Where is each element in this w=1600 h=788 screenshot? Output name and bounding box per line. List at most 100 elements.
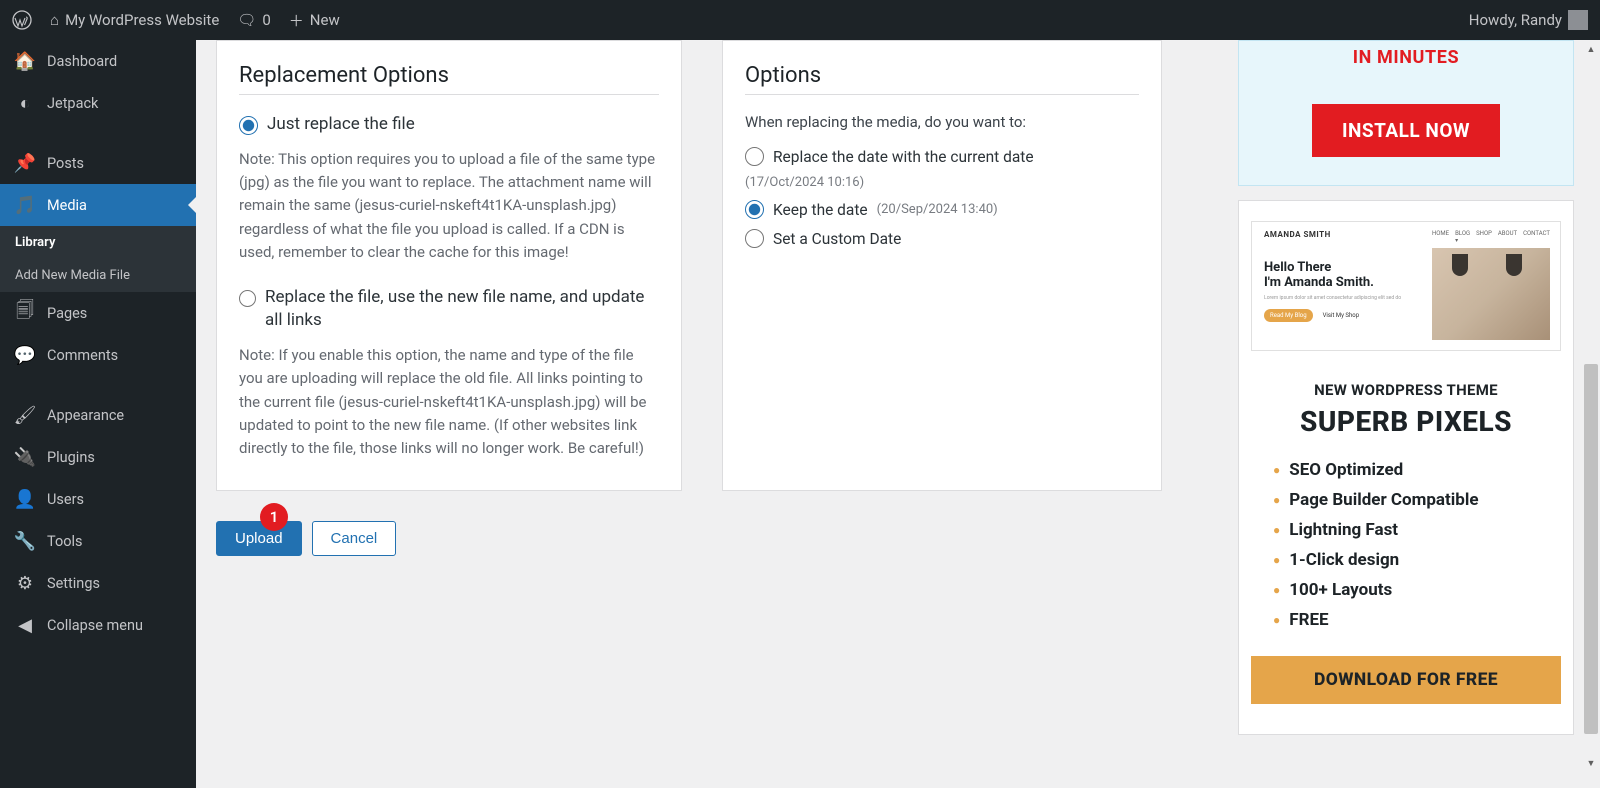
options-heading: Options xyxy=(745,63,1139,88)
site-name: My WordPress Website xyxy=(65,11,219,29)
radio-just-replace[interactable] xyxy=(239,116,258,135)
theme-brand: AMANDA SMITH xyxy=(1264,230,1426,239)
download-button[interactable]: DOWNLOAD FOR FREE xyxy=(1251,656,1561,704)
menu-tools[interactable]: 🔧 Tools xyxy=(0,520,196,562)
scroll-down-arrow[interactable]: ▼ xyxy=(1584,756,1598,770)
options-intro: When replacing the media, do you want to… xyxy=(745,113,1139,131)
date-option-current[interactable]: Replace the date with the current date (… xyxy=(745,147,1139,190)
pages-icon: 🗐 xyxy=(14,302,36,324)
radio-keep-date[interactable] xyxy=(745,200,764,219)
upload-button[interactable]: Upload xyxy=(216,521,302,556)
date-options-panel: Options When replacing the media, do you… xyxy=(722,40,1162,491)
howdy-link[interactable]: Howdy, Randy xyxy=(1469,10,1588,30)
menu-label: Comments xyxy=(47,347,118,364)
menu-pages[interactable]: 🗐 Pages xyxy=(0,292,196,334)
menu-users[interactable]: 👤 Users xyxy=(0,478,196,520)
menu-dashboard[interactable]: 🏠 Dashboard xyxy=(0,40,196,82)
feature-item: 100+ Layouts xyxy=(1273,580,1561,600)
scroll-up-arrow[interactable]: ▲ xyxy=(1584,42,1598,56)
replacement-options-panel: Replacement Options Just replace the fil… xyxy=(216,40,682,491)
promo-subtitle: NEW WORDPRESS THEME xyxy=(1251,381,1561,399)
radio-label: Replace the date with the current date xyxy=(773,148,1034,166)
menu-label: Dashboard xyxy=(47,53,117,70)
promo-bottom: AMANDA SMITH Hello There I'm Amanda Smit… xyxy=(1238,200,1574,735)
wp-logo[interactable] xyxy=(12,10,32,30)
comments-count: 0 xyxy=(262,11,270,29)
replace-option-just-replace[interactable]: Just replace the file xyxy=(239,113,659,136)
promo-sidebar: IN MINUTES INSTALL NOW AMANDA SMITH Hell… xyxy=(1238,40,1574,735)
menu-label: Media xyxy=(47,197,87,214)
replacement-heading: Replacement Options xyxy=(239,63,659,88)
radio-rename[interactable] xyxy=(239,289,256,308)
comments-icon: 💬 xyxy=(14,344,36,366)
comments-link[interactable]: 🗨 0 xyxy=(237,11,270,29)
menu-appearance[interactable]: 🖌 Appearance xyxy=(0,394,196,436)
brush-icon: 🖌 xyxy=(14,404,36,426)
scroll-thumb[interactable] xyxy=(1584,364,1598,734)
menu-media[interactable]: 🎵 Media xyxy=(0,184,196,226)
divider xyxy=(745,94,1139,95)
settings-icon: ⚙ xyxy=(14,572,36,594)
menu-label: Pages xyxy=(47,305,87,322)
promo-title: SUPERB PIXELS xyxy=(1251,405,1561,438)
theme-nav: HOMEBLOG ▾SHOPABOUTCONTACT xyxy=(1432,230,1550,244)
divider xyxy=(239,94,659,95)
menu-label: Jetpack xyxy=(47,95,98,112)
radio-label: Set a Custom Date xyxy=(773,230,901,248)
theme-lorem: Lorem ipsum dolor sit amet consectetur a… xyxy=(1264,295,1426,301)
date-value: (20/Sep/2024 13:40) xyxy=(877,202,998,217)
menu-settings[interactable]: ⚙ Settings xyxy=(0,562,196,604)
menu-label: Appearance xyxy=(47,407,124,424)
date-option-custom[interactable]: Set a Custom Date xyxy=(745,229,1139,248)
feature-list: SEO Optimized Page Builder Compatible Li… xyxy=(1273,460,1561,630)
menu-label: Tools xyxy=(47,533,83,550)
media-submenu: Library Add New Media File xyxy=(0,226,196,292)
radio-label: Replace the file, use the new file name,… xyxy=(265,286,659,332)
pin-icon: 📌 xyxy=(14,152,36,174)
comment-icon: 🗨 xyxy=(237,11,256,29)
site-link[interactable]: ⌂ My WordPress Website xyxy=(50,11,219,29)
radio-custom-date[interactable] xyxy=(745,229,764,248)
howdy-text: Howdy, Randy xyxy=(1469,11,1562,29)
theme-buttons: Read My Blog Visit My Shop xyxy=(1264,309,1426,322)
feature-item: FREE xyxy=(1273,610,1561,630)
admin-sidebar: 🏠 Dashboard ◐ Jetpack 📌 Posts 🎵 Media Librar… xyxy=(0,40,196,788)
theme-hero-image xyxy=(1432,248,1550,340)
menu-jetpack[interactable]: ◐ Jetpack xyxy=(0,82,196,124)
submenu-add-new[interactable]: Add New Media File xyxy=(0,259,196,292)
date-value: (17/Oct/2024 10:16) xyxy=(745,175,864,190)
home-icon: ⌂ xyxy=(50,11,59,29)
menu-comments[interactable]: 💬 Comments xyxy=(0,334,196,376)
media-icon: 🎵 xyxy=(14,194,36,216)
collapse-icon: ◀ xyxy=(14,614,36,636)
menu-label: Settings xyxy=(47,575,100,592)
replace-option-rename[interactable]: Replace the file, use the new file name,… xyxy=(239,286,659,332)
collapse-label: Collapse menu xyxy=(47,617,143,634)
jetpack-icon: ◐ xyxy=(14,92,36,114)
dashboard-icon: 🏠 xyxy=(14,50,36,72)
install-button[interactable]: INSTALL NOW xyxy=(1312,104,1500,157)
user-icon: 👤 xyxy=(14,488,36,510)
date-option-keep[interactable]: Keep the date (20/Sep/2024 13:40) xyxy=(745,200,1139,219)
theme-hero: Hello There I'm Amanda Smith. xyxy=(1264,261,1426,291)
new-label: New xyxy=(310,11,340,29)
collapse-menu[interactable]: ◀ Collapse menu xyxy=(0,604,196,646)
theme-preview: AMANDA SMITH Hello There I'm Amanda Smit… xyxy=(1251,221,1561,351)
new-link[interactable]: ＋ New xyxy=(289,10,340,31)
radio-current-date[interactable] xyxy=(745,147,764,166)
vertical-scrollbar[interactable]: ▲ ▼ xyxy=(1582,40,1600,772)
menu-plugins[interactable]: 🔌Plugins xyxy=(0,436,196,478)
admin-bar: ⌂ My WordPress Website 🗨 0 ＋ New Howdy, … xyxy=(0,0,1600,40)
radio-label: Keep the date xyxy=(773,201,868,219)
cancel-button[interactable]: Cancel xyxy=(312,521,397,556)
submenu-library[interactable]: Library xyxy=(0,226,196,259)
radio-label: Just replace the file xyxy=(267,113,415,136)
wrench-icon: 🔧 xyxy=(14,530,36,552)
menu-posts[interactable]: 📌 Posts xyxy=(0,142,196,184)
menu-label: Posts xyxy=(47,155,84,172)
menu-label: Users xyxy=(47,491,84,508)
just-replace-note: Note: This option requires you to upload… xyxy=(239,148,659,264)
feature-item: 1-Click design xyxy=(1273,550,1561,570)
plug-icon: 🔌 xyxy=(14,446,36,468)
plus-icon: ＋ xyxy=(289,10,304,31)
